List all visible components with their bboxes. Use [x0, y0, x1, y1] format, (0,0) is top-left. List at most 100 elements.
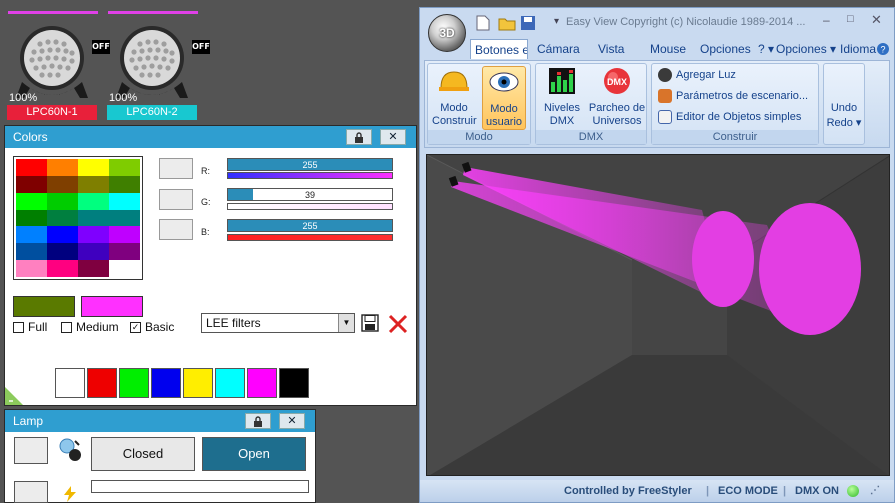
quick-color-swatch[interactable]: [279, 368, 309, 398]
full-checkbox[interactable]: [13, 322, 24, 334]
strobe-slider[interactable]: [91, 480, 309, 493]
group-dmx: Niveles DMX DMX Parcheo de Universos DMX: [535, 63, 647, 145]
palette-swatch[interactable]: [78, 175, 109, 193]
strobe-preset-button[interactable]: [14, 481, 48, 503]
palette-swatch[interactable]: [109, 243, 140, 261]
blue-preset-button[interactable]: [159, 219, 193, 240]
fixture-lpc60n-2[interactable]: OFF 100% LPC60N-2: [106, 6, 210, 122]
option-medium[interactable]: Medium: [61, 320, 119, 334]
tab-opciones[interactable]: Opciones: [700, 39, 751, 59]
tab-opciones-menu[interactable]: Opciones ▾: [776, 39, 836, 59]
fixture-percent: 100%: [109, 92, 138, 104]
palette-swatch[interactable]: [16, 159, 47, 176]
quick-color-swatch[interactable]: [151, 368, 181, 398]
palette-swatch[interactable]: [16, 226, 47, 244]
green-slider[interactable]: 39: [227, 188, 393, 201]
parcheo-button[interactable]: DMX Parcheo de Universos: [588, 66, 646, 130]
modo-construir-button[interactable]: Modo Construir: [432, 66, 477, 130]
help-icon[interactable]: ?: [876, 42, 890, 56]
palette-swatch[interactable]: [16, 243, 47, 261]
3d-viewport[interactable]: [426, 154, 890, 476]
palette-swatch[interactable]: [47, 226, 78, 244]
palette-swatch[interactable]: [47, 175, 78, 193]
palette-swatch[interactable]: [78, 209, 109, 227]
tab-camara[interactable]: Cámara: [537, 39, 580, 59]
palette-swatch[interactable]: [78, 159, 109, 176]
group-undo-redo: Undo Redo ▾: [823, 63, 865, 145]
parametros-button[interactable]: Parámetros de escenario...: [658, 87, 808, 105]
quick-color-swatch[interactable]: [247, 368, 277, 398]
ribbon: Modo Construir Modo usuario Modo Niveles…: [424, 60, 890, 148]
palette-swatch[interactable]: [16, 209, 47, 227]
palette-swatch[interactable]: [16, 175, 47, 193]
quick-color-swatch[interactable]: [215, 368, 245, 398]
modo-usuario-button[interactable]: Modo usuario: [482, 66, 526, 130]
close-icon[interactable]: ✕: [380, 129, 406, 145]
new-file-icon[interactable]: [476, 15, 490, 31]
quick-color-swatch[interactable]: [87, 368, 117, 398]
agregar-luz-button[interactable]: Agregar Luz: [658, 66, 736, 84]
lamp-preset-button[interactable]: [14, 437, 48, 464]
red-slider[interactable]: 255: [227, 158, 393, 171]
palette-swatch[interactable]: [78, 243, 109, 261]
palette-swatch[interactable]: [47, 243, 78, 261]
option-basic[interactable]: ✓ Basic: [130, 320, 174, 334]
chevron-down-icon[interactable]: ▼: [338, 314, 354, 332]
palette-swatch[interactable]: [47, 159, 78, 176]
open-folder-icon[interactable]: [498, 15, 516, 31]
scene-params-icon: [658, 89, 672, 104]
quick-color-swatch[interactable]: [183, 368, 213, 398]
palette-swatch[interactable]: [109, 209, 140, 227]
qat-dropdown-icon[interactable]: ▾: [554, 16, 559, 27]
stage-scene: [427, 155, 889, 475]
quick-color-swatch[interactable]: [55, 368, 85, 398]
palette-swatch[interactable]: [78, 260, 109, 277]
option-full[interactable]: Full: [13, 320, 47, 334]
color-palette-grid[interactable]: [13, 156, 143, 280]
lock-icon[interactable]: [245, 413, 271, 429]
tab-botones[interactable]: Botones e: [470, 39, 528, 59]
save-icon[interactable]: [361, 314, 379, 332]
quick-color-swatch[interactable]: [119, 368, 149, 398]
undo-button[interactable]: Undo: [824, 102, 864, 114]
palette-swatch[interactable]: [109, 159, 140, 176]
red-preset-button[interactable]: [159, 158, 193, 179]
niveles-dmx-button[interactable]: Niveles DMX: [540, 66, 584, 130]
palette-swatch[interactable]: [16, 260, 47, 277]
window-close-button[interactable]: ✕: [871, 12, 882, 28]
palette-swatch[interactable]: [109, 260, 140, 277]
redo-button[interactable]: Redo ▾: [824, 116, 864, 129]
tab-vista[interactable]: Vista: [598, 39, 624, 59]
fixture-lpc60n-1[interactable]: OFF 100% LPC60N-1: [6, 6, 110, 122]
resize-grip-icon[interactable]: [5, 387, 23, 405]
red-gradient-bar: [227, 172, 393, 179]
editor-objetos-button[interactable]: Editor de Objetos simples: [658, 108, 801, 126]
tab-help[interactable]: ? ▾: [758, 39, 774, 59]
palette-swatch[interactable]: [47, 260, 78, 277]
palette-swatch[interactable]: [16, 192, 47, 210]
minimize-button[interactable]: –: [823, 13, 830, 27]
palette-swatch[interactable]: [47, 192, 78, 210]
open-button[interactable]: Open: [202, 437, 306, 471]
app-orb-button[interactable]: 3D: [428, 14, 466, 52]
basic-checkbox[interactable]: ✓: [130, 322, 141, 334]
agregar-luz-label: Agregar Luz: [676, 69, 736, 81]
resize-grip-icon[interactable]: ⋰: [870, 480, 880, 502]
closed-button[interactable]: Closed: [91, 437, 195, 471]
medium-checkbox[interactable]: [61, 322, 72, 334]
palette-swatch[interactable]: [109, 175, 140, 193]
palette-swatch[interactable]: [78, 226, 109, 244]
tab-mouse[interactable]: Mouse: [650, 39, 686, 59]
maximize-button[interactable]: □: [847, 13, 854, 25]
close-icon[interactable]: ✕: [279, 413, 305, 429]
palette-swatch[interactable]: [109, 226, 140, 244]
save-icon[interactable]: [520, 15, 536, 31]
blue-slider[interactable]: 255: [227, 219, 393, 232]
palette-swatch[interactable]: [109, 192, 140, 210]
lock-icon[interactable]: [346, 129, 372, 145]
green-preset-button[interactable]: [159, 189, 193, 210]
palette-swatch[interactable]: [47, 209, 78, 227]
delete-icon[interactable]: [387, 313, 409, 335]
filter-select[interactable]: LEE filters ▼: [201, 313, 355, 333]
palette-swatch[interactable]: [78, 192, 109, 210]
